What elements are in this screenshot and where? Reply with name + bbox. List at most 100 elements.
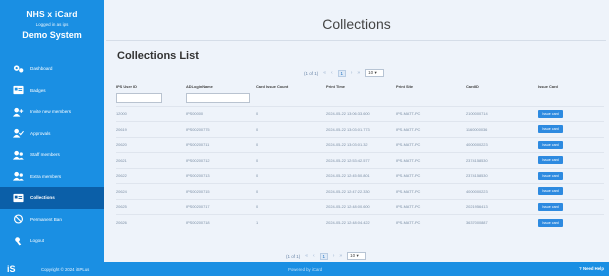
ad-login-cell: IPS00200712 xyxy=(186,152,256,168)
logout-icon xyxy=(12,236,24,246)
sidebar-item-label: Badges xyxy=(30,87,46,93)
issue-card-button[interactable]: Issue card xyxy=(538,156,563,165)
issue-card-cell: Issue card xyxy=(538,152,604,168)
card-id-cell: 2100000714 xyxy=(466,105,538,122)
issue-card-cell: Issue card xyxy=(538,121,604,137)
first-page-button[interactable]: « xyxy=(305,253,308,259)
header-divider xyxy=(106,40,606,41)
issue-card-button[interactable]: Issue card xyxy=(538,218,563,227)
ad-login-cell: IPS00000 xyxy=(186,105,256,122)
column-header: Issue Card xyxy=(538,84,558,89)
issue-card-cell: Issue card xyxy=(538,183,604,199)
prev-page-button[interactable]: ‹ xyxy=(313,253,315,259)
print-site-cell: IPS-MATT-PC xyxy=(396,105,466,122)
sidebar-item-label: Logout xyxy=(30,238,45,244)
issue-card-cell: Issue card xyxy=(538,136,604,153)
sidebar-item-ban[interactable]: Permanent Ban xyxy=(0,209,104,231)
ad-login-cell: IPS00200711 xyxy=(186,136,256,153)
dashboard-icon xyxy=(12,64,24,74)
page-size-select[interactable]: 10 ▾ xyxy=(365,69,385,77)
user-id-cell: 20622 xyxy=(116,167,186,184)
user-id-filter-input[interactable] xyxy=(116,93,162,104)
column-header[interactable]: Card Issue Count xyxy=(256,82,326,91)
card-id-cell: 2374158530 xyxy=(466,152,538,168)
ad-login-filter-input[interactable] xyxy=(186,93,250,104)
current-page-button[interactable]: 1 xyxy=(337,69,346,77)
print-site-cell: IPS-MATT-PC xyxy=(396,136,466,153)
footer-bar: iS Copyright © 2024 iSPLus Powered by iC… xyxy=(0,262,609,276)
issue-card-button[interactable]: Issue card xyxy=(538,109,563,118)
ban-icon xyxy=(12,214,24,224)
user-id-cell: 20620 xyxy=(116,136,186,153)
column-header[interactable]: IPS User ID xyxy=(116,82,186,91)
page-report: (1 of 1) xyxy=(304,70,319,76)
sidebar-item-extra[interactable]: Extra members xyxy=(0,166,104,188)
help-link[interactable]: ? Need Help xyxy=(579,266,604,271)
column-header[interactable]: Print Time xyxy=(326,82,396,91)
main-content: Collections Collections List (1 of 1) « … xyxy=(104,0,609,262)
print-time-cell: 2024-05-22 12:45:50.801 xyxy=(326,167,396,184)
footer-middle-text: Powered by iCard xyxy=(288,266,323,272)
ad-login-cell: IPS00200718 xyxy=(186,214,256,230)
issue-count-cell: 0 xyxy=(256,167,326,184)
sidebar-nav: Dashboard Badges Invite new members Appr… xyxy=(0,58,104,252)
issue-count-cell: 0 xyxy=(256,121,326,137)
card-id-cell: 2021956413 xyxy=(466,198,538,215)
issue-card-button[interactable]: Issue card xyxy=(538,202,563,211)
invite-user-icon xyxy=(12,107,24,117)
issue-card-button[interactable]: Issue card xyxy=(538,125,563,134)
table-row: 20622 IPS00200713 0 2024-05-22 12:45:50.801… xyxy=(116,167,604,184)
sidebar-item-label: Staff members xyxy=(30,152,60,158)
issue-count-cell: 1 xyxy=(256,214,326,230)
current-page-button[interactable]: 1 xyxy=(319,252,328,260)
last-page-button[interactable]: » xyxy=(339,253,342,259)
column-header[interactable]: CardID xyxy=(466,82,538,91)
ad-login-cell: IPS00200717 xyxy=(186,198,256,215)
user-id-cell: 20624 xyxy=(116,183,186,199)
sidebar-item-staff[interactable]: Staff members xyxy=(0,144,104,166)
column-header[interactable]: ADLoginName xyxy=(186,82,256,91)
sidebar-item-label: Permanent Ban xyxy=(30,216,62,222)
print-time-cell: 2024-05-22 12:53:42.577 xyxy=(326,152,396,168)
collections-icon xyxy=(12,193,24,203)
copyright-text: Copyright © 2024 iSPLus xyxy=(41,266,90,272)
print-site-cell: IPS-MATT-PC xyxy=(396,152,466,168)
paginator-top: (1 of 1) « ‹ 1 › » 10 ▾ xyxy=(304,69,385,77)
user-id-cell: 20619 xyxy=(116,121,186,137)
column-header[interactable]: Print Site xyxy=(396,82,466,91)
collections-table: IPS User ID ADLoginName Card Issue Count… xyxy=(116,82,604,230)
next-page-button[interactable]: › xyxy=(333,253,335,259)
sidebar-item-label: Approvals xyxy=(30,130,51,136)
approvals-icon xyxy=(12,128,24,138)
last-page-button[interactable]: » xyxy=(357,70,360,76)
issue-card-button[interactable]: Issue card xyxy=(538,187,563,196)
user-id-cell: 12000 xyxy=(116,105,186,122)
issue-count-cell: 0 xyxy=(256,136,326,153)
ad-login-cell: IPS00200775 xyxy=(186,121,256,137)
sidebar-item-dashboard[interactable]: Dashboard xyxy=(0,58,104,80)
print-site-cell: IPS-MATT-PC xyxy=(396,214,466,230)
first-page-button[interactable]: « xyxy=(323,70,326,76)
sidebar-item-collections[interactable]: Collections xyxy=(0,187,104,209)
sidebar-item-invite[interactable]: Invite new members xyxy=(0,101,104,123)
user-id-cell: 20625 xyxy=(116,198,186,215)
page-size-select[interactable]: 10 ▾ xyxy=(347,252,367,260)
sidebar-item-logout[interactable]: Logout xyxy=(0,230,104,252)
sidebar-item-label: Invite new members xyxy=(30,109,72,115)
chevron-down-icon: ▾ xyxy=(356,253,359,258)
print-time-cell: 2024-05-22 13:03:01.32 xyxy=(326,136,396,153)
next-page-button[interactable]: › xyxy=(351,70,353,76)
page-size-value: 10 xyxy=(350,253,356,258)
ad-login-cell: IPS00200715 xyxy=(186,183,256,199)
app-title: NHS x iCard xyxy=(26,9,78,19)
issue-card-button[interactable]: Issue card xyxy=(538,140,563,149)
sidebar-item-approvals[interactable]: Approvals xyxy=(0,123,104,145)
page-report: (1 of 1) xyxy=(286,253,301,259)
prev-page-button[interactable]: ‹ xyxy=(331,70,333,76)
issue-card-button[interactable]: Issue card xyxy=(538,171,563,180)
badge-icon xyxy=(12,85,24,95)
issue-card-cell: Issue card xyxy=(538,214,604,230)
sidebar-item-badges[interactable]: Badges xyxy=(0,80,104,102)
list-title: Collections List xyxy=(117,50,199,62)
table-row: 20621 IPS00200712 0 2024-05-22 12:53:42.577… xyxy=(116,152,604,168)
